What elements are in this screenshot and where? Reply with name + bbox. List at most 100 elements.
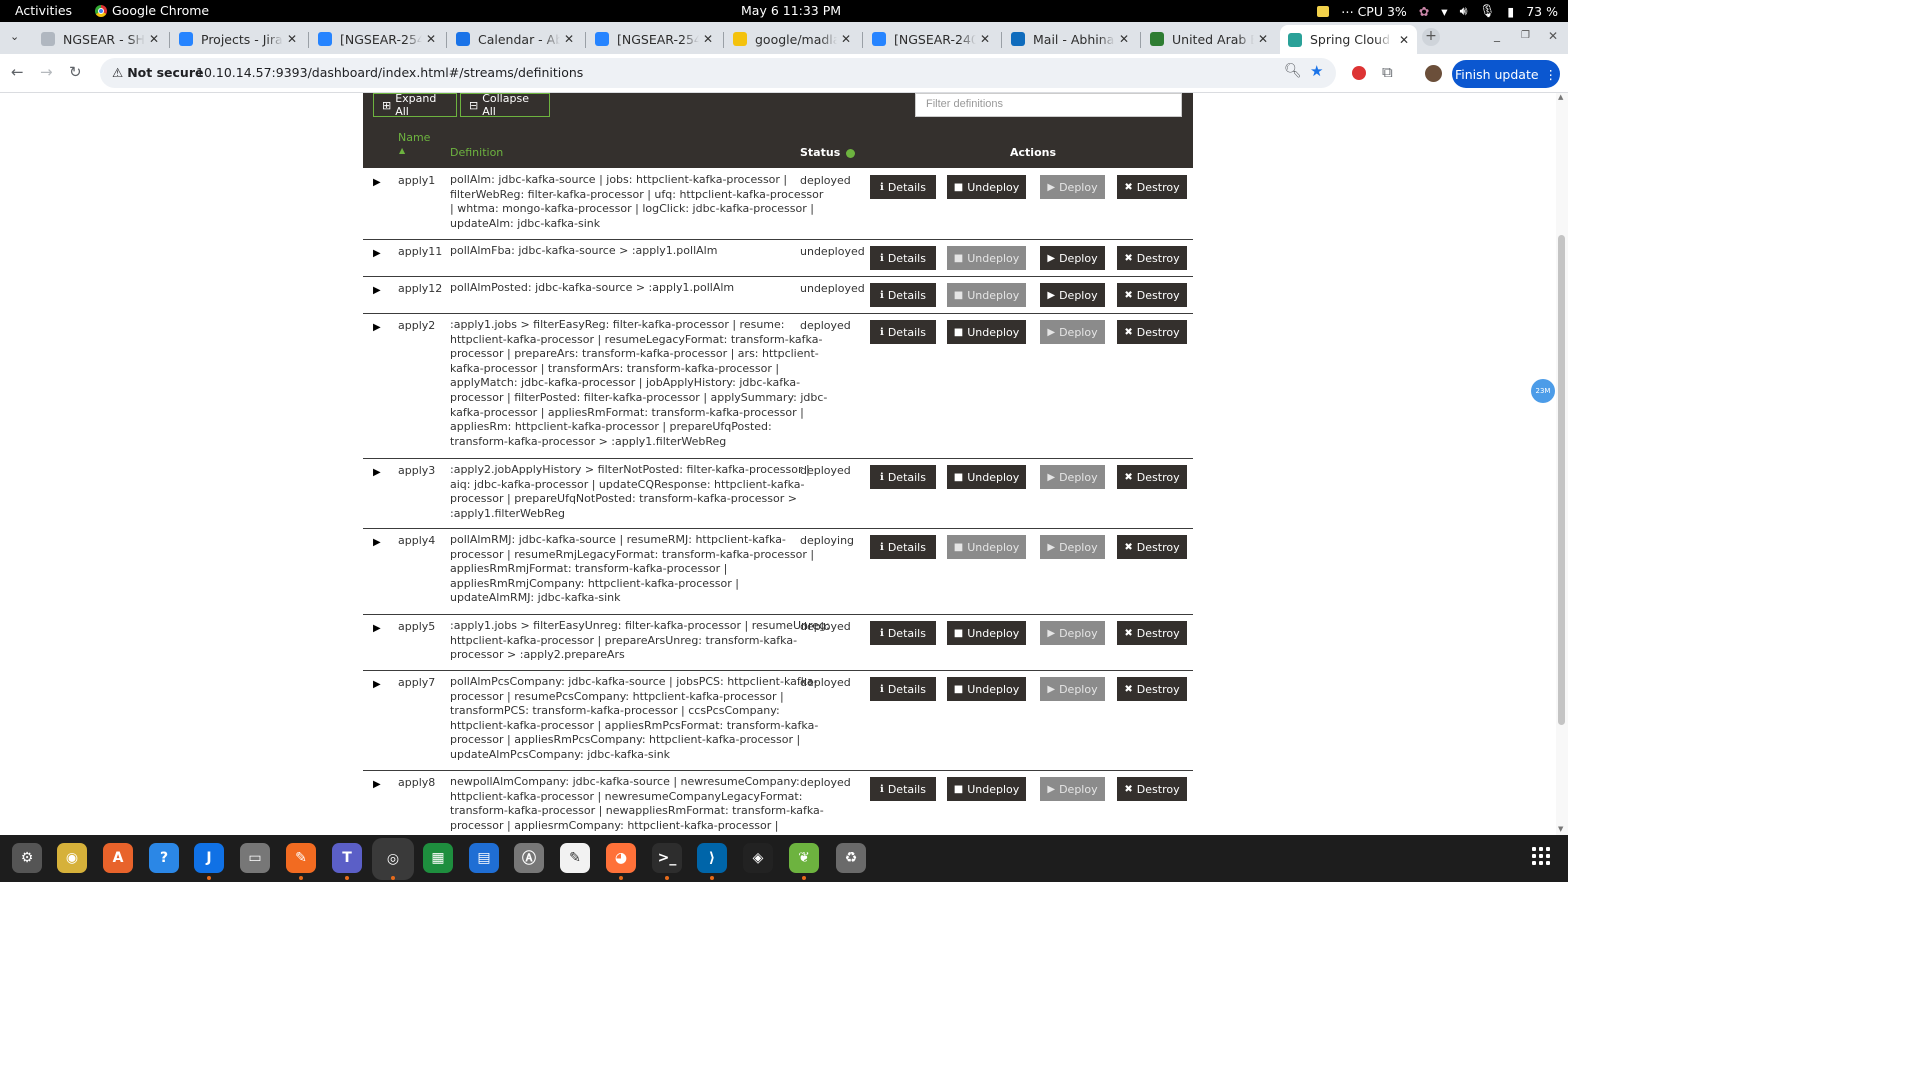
destroy-button[interactable]: ✖ Destroy <box>1117 535 1187 559</box>
writer-icon[interactable]: ▤ <box>469 843 499 873</box>
expand-row-icon[interactable]: ▶ <box>373 177 381 188</box>
reload-icon[interactable]: ↻ <box>69 63 82 81</box>
scroll-up-icon[interactable]: ▲ <box>1558 93 1563 101</box>
shutter-icon[interactable]: ◈ <box>743 843 773 873</box>
browser-tab[interactable]: Calendar - Abh ✕ <box>448 26 582 52</box>
tab-search-icon[interactable]: ⌄ <box>10 30 19 43</box>
undeploy-button[interactable]: ■ Undeploy <box>947 535 1026 559</box>
notes-icon[interactable] <box>1317 5 1330 17</box>
tab-close-icon[interactable]: ✕ <box>149 32 159 46</box>
undeploy-button[interactable]: ■ Undeploy <box>947 175 1026 199</box>
tab-close-icon[interactable]: ✕ <box>841 32 851 46</box>
collapse-all-button[interactable]: ⊟ Collapse All <box>460 93 550 118</box>
expand-row-icon[interactable]: ▶ <box>373 248 381 259</box>
deploy-button[interactable]: ▶ Deploy <box>1040 246 1105 270</box>
destroy-button[interactable]: ✖ Destroy <box>1117 320 1187 344</box>
deploy-button[interactable]: ▶ Deploy <box>1040 320 1105 344</box>
extension-icon[interactable]: ✿ <box>1419 4 1429 19</box>
battery-icon[interactable]: ▮ <box>1507 4 1514 19</box>
destroy-button[interactable]: ✖ Destroy <box>1117 677 1187 701</box>
app-center-icon[interactable]: A <box>103 843 133 873</box>
tab-close-icon[interactable]: ✕ <box>703 32 713 46</box>
details-button[interactable]: ℹ Details <box>870 621 936 645</box>
minimize-icon[interactable]: _ <box>1494 28 1500 42</box>
name-column-header[interactable]: Name <box>398 131 430 144</box>
maximize-icon[interactable]: ❐ <box>1521 30 1530 41</box>
close-window-icon[interactable]: ✕ <box>1548 29 1558 43</box>
files-icon[interactable]: ▭ <box>240 843 270 873</box>
undeploy-button[interactable]: ■ Undeploy <box>947 677 1026 701</box>
software-icon[interactable]: Ⓐ <box>514 843 544 873</box>
help-circle-icon[interactable] <box>846 148 856 158</box>
tab-close-icon[interactable]: ✕ <box>980 32 990 46</box>
rhythmbox-icon[interactable]: ◉ <box>57 843 87 873</box>
expand-all-button[interactable]: ⊞ Expand All <box>373 93 457 118</box>
zoom-icon[interactable]: 🔍︎ <box>1284 63 1302 79</box>
definition-column-header[interactable]: Definition <box>450 146 503 159</box>
finish-update-button[interactable]: Finish update ⋮ <box>1452 60 1560 88</box>
system-tray[interactable]: ⋯ CPU 3% ✿ ▾ 🔊︎ 🎙︎ ▮ 73 % <box>1317 3 1558 19</box>
deploy-button[interactable]: ▶ Deploy <box>1040 777 1105 801</box>
show-apps-grid-icon[interactable] <box>1532 847 1552 867</box>
details-button[interactable]: ℹ Details <box>870 777 936 801</box>
deploy-button[interactable]: ▶ Deploy <box>1040 283 1105 307</box>
clock[interactable]: May 6 11:33 PM <box>741 3 841 18</box>
expand-row-icon[interactable]: ▶ <box>373 779 381 790</box>
undeploy-button[interactable]: ■ Undeploy <box>947 246 1026 270</box>
details-button[interactable]: ℹ Details <box>870 175 936 199</box>
undeploy-button[interactable]: ■ Undeploy <box>947 283 1026 307</box>
firefox-icon[interactable]: ◕ <box>606 843 636 873</box>
back-icon[interactable]: ← <box>11 63 24 81</box>
text-editor-icon[interactable]: ✎ <box>560 843 590 873</box>
browser-tab[interactable]: Projects - Jira ✕ <box>171 26 305 52</box>
profile-avatar[interactable] <box>1425 65 1442 82</box>
extensions-puzzle-icon[interactable]: ⧉ <box>1382 63 1393 81</box>
browser-tab[interactable]: google/madla ✕ <box>725 26 859 52</box>
scroll-down-icon[interactable]: ▼ <box>1558 825 1563 833</box>
tab-close-icon[interactable]: ✕ <box>426 32 436 46</box>
settings-icon[interactable]: ⚙ <box>12 843 42 873</box>
destroy-button[interactable]: ✖ Destroy <box>1117 621 1187 645</box>
floating-badge[interactable]: 23M <box>1531 379 1555 403</box>
postman-icon[interactable]: ✎ <box>286 843 316 873</box>
details-button[interactable]: ℹ Details <box>870 465 936 489</box>
browser-tab[interactable]: [NGSEAR-2548 ✕ <box>310 26 444 52</box>
expand-row-icon[interactable]: ▶ <box>373 537 381 548</box>
destroy-button[interactable]: ✖ Destroy <box>1117 777 1187 801</box>
expand-row-icon[interactable]: ▶ <box>373 679 381 690</box>
destroy-button[interactable]: ✖ Destroy <box>1117 283 1187 307</box>
forward-icon[interactable]: → <box>40 63 53 81</box>
wifi-icon[interactable]: ▾ <box>1441 4 1447 19</box>
destroy-button[interactable]: ✖ Destroy <box>1117 175 1187 199</box>
tab-close-icon[interactable]: ✕ <box>1119 32 1129 46</box>
deploy-button[interactable]: ▶ Deploy <box>1040 175 1105 199</box>
security-indicator[interactable]: ⚠ Not secure <box>112 65 203 80</box>
tab-close-icon[interactable]: ✕ <box>1258 32 1268 46</box>
sort-asc-icon[interactable]: ▲ <box>399 146 405 155</box>
calc-icon[interactable]: ▦ <box>423 843 453 873</box>
url-text[interactable]: 10.10.14.57:9393/dashboard/index.html#/s… <box>196 65 583 80</box>
tab-close-icon[interactable]: ✕ <box>1399 33 1409 47</box>
app-menu[interactable]: Google Chrome <box>95 3 209 18</box>
browser-tab[interactable]: [NGSEAR-2404 ✕ <box>864 26 998 52</box>
scrollbar-thumb[interactable] <box>1558 235 1565 725</box>
details-button[interactable]: ℹ Details <box>870 246 936 270</box>
deploy-button[interactable]: ▶ Deploy <box>1040 535 1105 559</box>
undeploy-button[interactable]: ■ Undeploy <box>947 621 1026 645</box>
vscode-icon[interactable]: ⟩ <box>697 843 727 873</box>
tab-close-icon[interactable]: ✕ <box>564 32 574 46</box>
destroy-button[interactable]: ✖ Destroy <box>1117 465 1187 489</box>
undeploy-button[interactable]: ■ Undeploy <box>947 320 1026 344</box>
browser-tab[interactable]: Mail - Abhinav ✕ <box>1003 26 1137 52</box>
filter-definitions-input[interactable]: Filter definitions <box>915 93 1182 117</box>
deploy-button[interactable]: ▶ Deploy <box>1040 465 1105 489</box>
browser-tab[interactable]: NGSEAR - SHEI ✕ <box>33 26 167 52</box>
activities-button[interactable]: Activities <box>15 3 72 18</box>
trash-icon[interactable]: ♻ <box>836 843 866 873</box>
browser-tab[interactable]: [NGSEAR-2543 ✕ <box>587 26 721 52</box>
address-bar[interactable]: ⚠ Not secure 10.10.14.57:9393/dashboard/… <box>100 58 1336 88</box>
extension-red-icon[interactable] <box>1352 66 1366 80</box>
terminal-icon[interactable]: >_ <box>652 843 682 873</box>
expand-row-icon[interactable]: ▶ <box>373 322 381 333</box>
deploy-button[interactable]: ▶ Deploy <box>1040 677 1105 701</box>
